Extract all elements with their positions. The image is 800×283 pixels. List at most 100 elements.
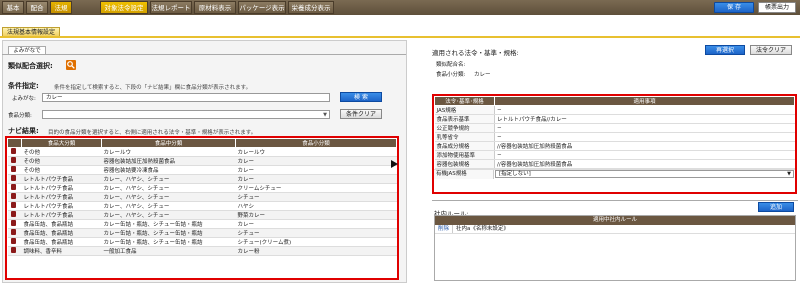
table-header-law: 法令･基準･規格 — [434, 96, 495, 106]
book-icon[interactable] — [10, 229, 16, 235]
book-icon[interactable] — [10, 211, 16, 217]
tab-basic[interactable]: 基本 — [2, 1, 24, 14]
navi-result-label: ナビ結果: — [8, 127, 39, 135]
cell-middle: カレー、ハヤシ、シチュー — [101, 201, 236, 211]
table-row: 容器包装規格//容器包装詰加圧加熱殺菌食品 — [434, 159, 795, 169]
table-row[interactable]: 食品缶詰、食品瓶詰 カレー缶詰・瓶詰、シチュー缶詰・瓶詰 シチュー(クリーム煮) — [7, 237, 397, 247]
table-header-major: 食品大分類 — [21, 138, 102, 148]
cell-applied: − — [494, 132, 795, 142]
cell-major: その他 — [21, 165, 102, 175]
delete-rule-link[interactable]: 削除 — [435, 225, 453, 233]
cell-law: 容器包装規格 — [434, 159, 495, 169]
cell-major: レトルトパウチ食品 — [21, 183, 102, 193]
add-rule-button[interactable]: 追加 — [758, 202, 794, 212]
tab-nutrition-display[interactable]: 栄養成分表示 — [288, 1, 334, 14]
condition-label: 条件指定: — [8, 82, 39, 90]
table-row[interactable]: レトルトパウチ食品 カレー、ハヤシ、シチュー 野菜カレー — [7, 210, 397, 220]
cell-minor: カレー粉 — [235, 246, 397, 256]
cell-middle: 容器包装詰加圧加熱殺菌食品 — [101, 156, 236, 166]
chevron-down-icon: ▼ — [323, 112, 327, 118]
cell-applied: − — [494, 150, 795, 160]
table-row[interactable]: その他 容器包装詰加圧加熱殺菌食品 カレー — [7, 156, 397, 166]
table-row: 添加物使用基準 − — [434, 150, 795, 160]
tab-regulation[interactable]: 法規 — [50, 1, 72, 14]
book-icon[interactable] — [10, 157, 16, 163]
book-icon[interactable] — [10, 220, 16, 226]
cell-major: 食品缶詰、食品瓶詰 — [21, 237, 102, 247]
table-row: JAS規格 − — [434, 105, 795, 115]
book-icon-cell — [7, 165, 22, 175]
book-icon[interactable] — [10, 193, 16, 199]
print-button[interactable]: 帳票出力 — [758, 2, 796, 13]
table-row[interactable]: レトルトパウチ食品 カレー、ハヤシ、シチュー クリームシチュー — [7, 183, 397, 193]
rule-name: 社内a《名称未設定》 — [456, 226, 509, 232]
table-row: 乳等省令 − — [434, 132, 795, 142]
table-row[interactable]: 食品缶詰、食品瓶詰 カレー缶詰・瓶詰、シチュー缶詰・瓶詰 シチュー — [7, 228, 397, 238]
organic-jas-select[interactable]: [指定しない] ▼ — [495, 170, 794, 178]
table-row[interactable]: 食品缶詰、食品瓶詰 カレー缶詰・瓶詰、シチュー缶詰・瓶詰 カレー — [7, 219, 397, 229]
table-row[interactable]: その他 容器包装詰要冷凍食品 カレー — [7, 165, 397, 175]
cell-minor: シチュー — [235, 192, 397, 202]
section-divider — [0, 36, 800, 38]
book-icon[interactable] — [10, 184, 16, 190]
table-row: 食品成分規格//容器包装詰加圧加熱殺菌食品 — [434, 141, 795, 151]
cell-major: その他 — [21, 147, 102, 157]
cell-minor: カレー — [235, 219, 397, 229]
company-rule-header: 適用中社内ルール — [435, 216, 795, 225]
cell-middle: カレー、ハヤシ、シチュー — [101, 210, 236, 220]
arrow-right-icon — [391, 160, 398, 168]
cell-minor: クリームシチュー — [235, 183, 397, 193]
tab-target-law[interactable]: 対象法令設定 — [100, 1, 148, 14]
book-icon[interactable] — [10, 238, 16, 244]
divider — [432, 200, 798, 201]
cell-major: 調味料、香辛料 — [21, 246, 102, 256]
search-icon[interactable] — [66, 60, 76, 70]
table-row[interactable]: レトルトパウチ食品 カレー、ハヤシ、シチュー カレー — [7, 174, 397, 184]
cell-major: 食品缶詰、食品瓶詰 — [21, 219, 102, 229]
table-row[interactable]: レトルトパウチ食品 カレー、ハヤシ、シチュー シチュー — [7, 192, 397, 202]
table-header-middle: 食品中分類 — [101, 138, 236, 148]
book-icon[interactable] — [10, 148, 16, 154]
book-icon[interactable] — [10, 166, 16, 172]
cell-minor: シチュー(クリーム煮) — [235, 237, 397, 247]
company-rule-box: 適用中社内ルール 削除 社内a《名称未設定》 — [434, 215, 796, 281]
cell-minor: 野菜カレー — [235, 210, 397, 220]
book-icon[interactable] — [10, 202, 16, 208]
cell-minor: カレー — [235, 165, 397, 175]
table-row: 公正競争規約 − — [434, 123, 795, 133]
tab-ingredient-display[interactable]: 原材料表示 — [194, 1, 236, 14]
similar-select-label: 類似配合選択: — [8, 62, 53, 70]
table-row: 食品表示基準 レトルトパウチ食品//カレー — [434, 114, 795, 124]
clear-conditions-button[interactable]: 条件クリア — [340, 109, 382, 119]
tab-package-display[interactable]: パッケージ表示 — [238, 1, 286, 14]
cell-law: 添加物使用基準 — [434, 150, 495, 160]
reselect-button[interactable]: 再選択 — [705, 45, 745, 55]
cell-law: 公正競争規約 — [434, 123, 495, 133]
divider — [2, 54, 406, 55]
cell-applied: − — [494, 105, 795, 115]
classification-select[interactable]: ▼ — [42, 110, 330, 119]
top-nav-bar: 基本 配合 法規 対象法令設定 法規レポート 原材料表示 パッケージ表示 栄養成… — [0, 0, 800, 15]
tab-law-report[interactable]: 法規レポート — [150, 1, 192, 14]
cell-minor: カレー — [235, 156, 397, 166]
chevron-down-icon: ▼ — [787, 171, 791, 177]
table-row[interactable]: その他 カレールウ カレールウ — [7, 147, 397, 157]
book-icon-cell — [7, 210, 22, 220]
reading-input[interactable]: カレー — [42, 93, 330, 102]
search-button[interactable]: 検 索 — [340, 92, 382, 102]
cell-major: レトルトパウチ食品 — [21, 210, 102, 220]
cell-middle: カレー缶詰・瓶詰、シチュー缶詰・瓶詰 — [101, 219, 236, 229]
table-row[interactable]: 調味料、香辛料 一般加工食品 カレー粉 — [7, 246, 397, 256]
tab-formulation[interactable]: 配合 — [26, 1, 48, 14]
cell-law: 乳等省令 — [434, 132, 495, 142]
book-icon[interactable] — [10, 175, 16, 181]
cell-minor: カレールウ — [235, 147, 397, 157]
cell-major: レトルトパウチ食品 — [21, 192, 102, 202]
cell-major: レトルトパウチ食品 — [21, 174, 102, 184]
book-icon-cell — [7, 156, 22, 166]
law-clear-button[interactable]: 法令クリア — [750, 45, 792, 55]
save-button[interactable]: 保 存 — [714, 2, 754, 13]
table-row[interactable]: レトルトパウチ食品 カレー、ハヤシ、シチュー ハヤシ — [7, 201, 397, 211]
book-icon[interactable] — [10, 247, 16, 253]
small-class-value: カレー — [474, 72, 491, 78]
